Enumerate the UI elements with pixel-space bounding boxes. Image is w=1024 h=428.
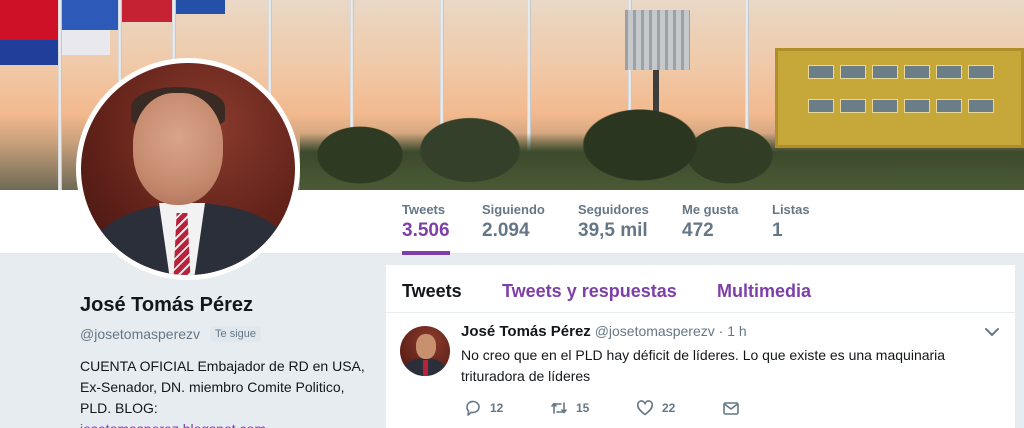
- profile-name[interactable]: José Tomás Pérez: [80, 294, 370, 317]
- message-icon: [723, 402, 739, 415]
- stat-label: Me gusta: [682, 202, 739, 217]
- stat-value: 39,5 mil: [578, 220, 648, 241]
- timeline: Tweets Tweets y respuestas Multimedia Jo…: [386, 265, 1015, 428]
- flag-decoration: [175, 0, 225, 14]
- message-button[interactable]: [722, 399, 808, 417]
- retweet-icon: [551, 402, 567, 414]
- tweet-author-handle[interactable]: @josetomasperezv: [595, 323, 715, 339]
- retweet-count: 15: [576, 401, 590, 415]
- stat-label: Listas: [772, 202, 810, 217]
- tweet-separator: ·: [718, 323, 724, 339]
- reply-icon: [466, 400, 480, 416]
- stat-value: 472: [682, 220, 714, 241]
- stat-likes[interactable]: Me gusta 472: [682, 202, 738, 242]
- flag-decoration: [0, 0, 60, 40]
- stat-followers[interactable]: Seguidores 39,5 mil: [578, 202, 649, 242]
- reply-button[interactable]: 12: [464, 399, 550, 417]
- stat-value: 2.094: [482, 220, 530, 241]
- tab-tweets-replies[interactable]: Tweets y respuestas: [502, 281, 677, 302]
- flag-decoration: [0, 40, 60, 65]
- tweet-author-name[interactable]: José Tomás Pérez: [461, 323, 591, 340]
- like-count: 22: [662, 401, 676, 415]
- flag-decoration: [60, 30, 110, 55]
- like-button[interactable]: 22: [636, 399, 722, 417]
- building-decoration: [775, 48, 1024, 148]
- retweet-button[interactable]: 15: [550, 399, 636, 417]
- tweet-text: No creo que en el PLD hay déficit de líd…: [461, 347, 946, 384]
- tweet-avatar[interactable]: [400, 326, 450, 376]
- stat-value: 3.506: [402, 220, 450, 241]
- tweet-actions: 12 15 22: [464, 399, 808, 417]
- profile-avatar[interactable]: [76, 58, 300, 280]
- stat-value: 1: [772, 220, 783, 241]
- caret-down-icon[interactable]: [983, 323, 1001, 341]
- stat-label: Seguidores: [578, 202, 649, 217]
- flag-decoration: [60, 0, 120, 30]
- reply-count: 12: [490, 401, 504, 415]
- stat-label: Siguiendo: [482, 202, 545, 217]
- profile-bio: CUENTA OFICIAL Embajador de RD en USA, E…: [80, 358, 365, 416]
- timeline-tabs: Tweets Tweets y respuestas Multimedia: [386, 265, 1015, 313]
- stat-following[interactable]: Siguiendo 2.094: [482, 202, 545, 242]
- profile-card: José Tomás Pérez @josetomasperezv Te sig…: [80, 294, 370, 428]
- stat-lists[interactable]: Listas 1: [772, 202, 810, 242]
- profile-bio-link[interactable]: josetomasperez.blogspot.com: [80, 419, 370, 428]
- profile-handle[interactable]: @josetomasperezv: [80, 326, 200, 342]
- flag-decoration: [120, 0, 175, 22]
- stat-label: Tweets: [402, 202, 446, 217]
- stat-tweets[interactable]: Tweets 3.506: [402, 202, 450, 255]
- like-icon: [636, 400, 654, 416]
- tweet-timestamp[interactable]: 1 h: [727, 323, 746, 339]
- tab-media[interactable]: Multimedia: [717, 281, 811, 302]
- follows-you-badge: Te sigue: [210, 326, 262, 342]
- tab-tweets[interactable]: Tweets: [402, 281, 462, 302]
- tweet[interactable]: José Tomás Pérez @josetomasperezv · 1 h …: [386, 313, 1015, 428]
